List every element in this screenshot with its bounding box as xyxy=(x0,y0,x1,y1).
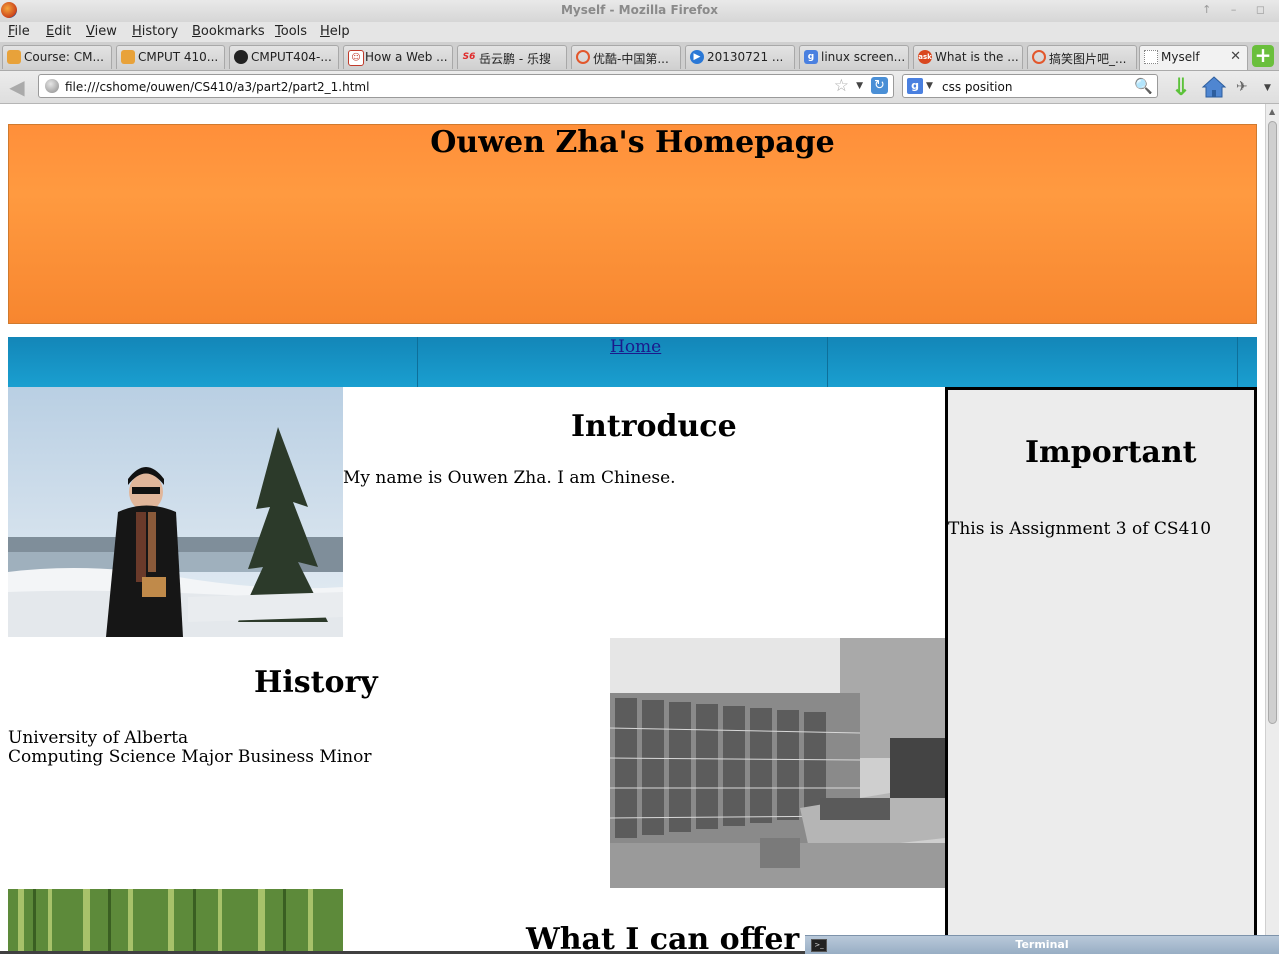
close-tab-icon[interactable]: ✕ xyxy=(1230,49,1241,64)
home-icon xyxy=(1201,76,1227,98)
menu-file[interactable]: File xyxy=(8,24,30,39)
tab-cmput410[interactable]: CMPUT 410... xyxy=(116,45,225,69)
tab-how-a-web[interactable]: ☺ How a Web ... xyxy=(343,45,453,69)
home-button[interactable] xyxy=(1201,74,1227,100)
offer-heading: What I can offer xyxy=(526,922,800,954)
menu-bar: File Edit View History Bookmarks Tools H… xyxy=(0,22,1279,42)
window-title: Myself - Mozilla Firefox xyxy=(560,3,719,17)
url-dropdown-icon[interactable]: ▼ xyxy=(856,81,863,91)
smiley-icon: ☺ xyxy=(348,50,364,66)
tab-label: 岳云鹏 - 乐搜 xyxy=(479,52,551,66)
history-line1: University of Alberta xyxy=(8,728,189,748)
site-nav: Home xyxy=(8,337,1257,387)
tab-bar: Course: CM... CMPUT 410... CMPUT404-... … xyxy=(0,42,1279,71)
navigation-toolbar: ◀ ☆ ▼ ↻ g ▼ 🔍 ⇓ ✈ ▼ xyxy=(0,71,1279,104)
toolbar-overflow-icon[interactable]: ▼ xyxy=(1264,83,1271,93)
nav-home-link[interactable]: Home xyxy=(610,337,661,357)
tab-course[interactable]: Course: CM... xyxy=(2,45,112,69)
tab-youku[interactable]: 优酷-中国第... xyxy=(571,45,681,69)
menu-bookmarks[interactable]: Bookmarks xyxy=(192,24,265,39)
s6-icon: S6 xyxy=(462,52,476,62)
google-search-engine-icon[interactable]: g xyxy=(907,78,923,94)
search-engine-dropdown-icon[interactable]: ▼ xyxy=(926,81,933,91)
introduce-heading: Introduce xyxy=(571,409,737,444)
window-controls[interactable]: ↑ – ◻ xyxy=(1202,3,1273,16)
play-icon: ▶ xyxy=(690,50,704,64)
menu-help[interactable]: Help xyxy=(320,24,350,39)
tab-yueyunpeng[interactable]: S6 岳云鹏 - 乐搜 xyxy=(457,45,567,69)
tab-label: 搞笑图片吧_... xyxy=(1049,52,1127,66)
moodle-icon xyxy=(7,50,21,64)
introduce-text: My name is Ouwen Zha. I am Chinese. xyxy=(343,468,676,488)
menu-edit[interactable]: Edit xyxy=(46,24,71,39)
nav-cell xyxy=(828,337,1238,387)
tab-label: What is the ... xyxy=(935,50,1019,64)
tab-gaoxiao[interactable]: 搞笑图片吧_... xyxy=(1027,45,1137,69)
page-viewport: Ouwen Zha's Homepage Home Introduce My n… xyxy=(0,104,1265,954)
search-input[interactable] xyxy=(940,77,1134,97)
window-titlebar: Myself - Mozilla Firefox ↑ – ◻ xyxy=(0,0,1279,22)
tab-linux-screen[interactable]: g linux screen... xyxy=(799,45,909,69)
url-bar[interactable]: ☆ ▼ ↻ xyxy=(38,74,894,98)
computer-room-photo xyxy=(610,638,945,888)
tab-20130721[interactable]: ▶ 20130721 ... xyxy=(685,45,795,69)
tab-cmput404[interactable]: CMPUT404-... xyxy=(229,45,339,69)
blank-page-icon xyxy=(1144,50,1158,64)
page-scrollbar[interactable]: ▲ xyxy=(1265,104,1279,954)
globe-icon xyxy=(45,79,59,93)
taskbar-terminal[interactable]: >_ Terminal xyxy=(805,935,1279,954)
tab-label: Myself xyxy=(1161,50,1200,64)
google-icon: g xyxy=(804,50,818,64)
tab-label: linux screen... xyxy=(821,50,906,64)
youku-icon xyxy=(576,50,590,64)
history-line2: Computing Science Major Business Minor xyxy=(8,747,372,767)
back-button[interactable]: ◀ xyxy=(4,75,30,99)
nav-cell xyxy=(8,337,418,387)
tab-label: 20130721 ... xyxy=(707,50,784,64)
tab-label: CMPUT 410... xyxy=(138,50,219,64)
scroll-up-icon[interactable]: ▲ xyxy=(1269,107,1275,116)
tab-what-is-the[interactable]: ask What is the ... xyxy=(913,45,1023,69)
tab-label: Course: CM... xyxy=(24,50,104,64)
tab-label: How a Web ... xyxy=(365,50,448,64)
bookmark-star-icon[interactable]: ☆ xyxy=(834,76,849,96)
profile-photo xyxy=(8,387,343,637)
scrollbar-thumb[interactable] xyxy=(1268,121,1277,724)
extension-icon[interactable]: ✈ xyxy=(1236,80,1252,94)
menu-history[interactable]: History xyxy=(132,24,178,39)
search-bar[interactable]: g ▼ 🔍 xyxy=(902,74,1158,98)
tab-label: CMPUT404-... xyxy=(251,50,332,64)
menu-view[interactable]: View xyxy=(86,24,117,39)
download-icon[interactable]: ⇓ xyxy=(1170,74,1192,100)
ask-icon: ask xyxy=(918,50,932,64)
bamboo-photo xyxy=(8,889,343,954)
url-input[interactable] xyxy=(63,77,827,97)
new-tab-button[interactable]: + xyxy=(1252,45,1274,67)
reload-icon[interactable]: ↻ xyxy=(871,77,888,94)
menu-tools[interactable]: Tools xyxy=(275,24,307,39)
youku-icon xyxy=(1032,50,1046,64)
page-header: Ouwen Zha's Homepage xyxy=(8,124,1257,324)
important-heading: Important xyxy=(1025,435,1197,470)
page-title: Ouwen Zha's Homepage xyxy=(430,125,835,160)
important-sidebar: Important This is Assignment 3 of CS410 xyxy=(945,387,1257,954)
history-heading: History xyxy=(254,665,378,700)
taskbar-label: Terminal xyxy=(1015,938,1069,951)
important-text: This is Assignment 3 of CS410 xyxy=(948,519,1212,539)
tab-myself[interactable]: Myself ✕ xyxy=(1139,45,1248,70)
search-icon[interactable]: 🔍 xyxy=(1134,77,1153,95)
moodle-icon xyxy=(121,50,135,64)
tab-label: 优酷-中国第... xyxy=(593,52,669,66)
github-icon xyxy=(234,50,248,64)
